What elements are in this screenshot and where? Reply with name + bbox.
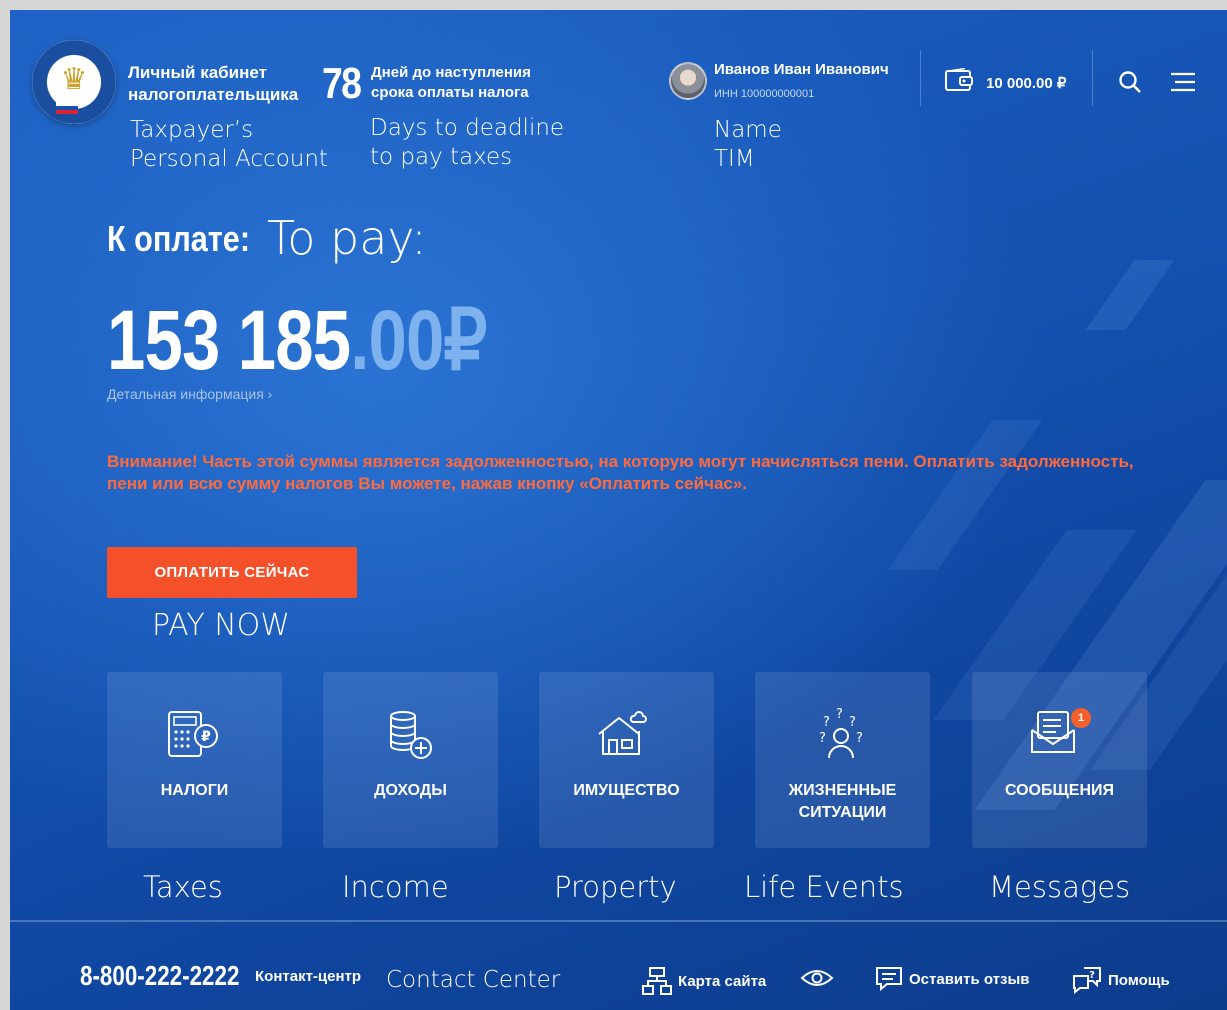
annotation-account: Taxpayer’s Personal Account <box>130 116 328 174</box>
tile-income[interactable]: ДОХОДЫ <box>323 672 498 848</box>
svg-text:₽: ₽ <box>201 729 211 745</box>
tile-income-label: ДОХОДЫ <box>374 782 447 799</box>
eagle-emblem-icon: ♛ <box>60 63 88 96</box>
tile-life-events[interactable]: ??? ?? ЖИЗНЕННЫЕ СИТУАЦИИ <box>755 672 930 848</box>
currency-sign: ₽ <box>443 293 488 387</box>
annotation-deadline-line2: to pay taxes <box>370 144 513 170</box>
feedback-icon <box>876 967 902 992</box>
user-avatar[interactable] <box>669 62 707 100</box>
coins-plus-icon <box>390 711 432 759</box>
help-label: Помощь <box>1108 971 1170 989</box>
annotation-name-line2: TIM <box>714 146 755 172</box>
header-divider <box>920 50 921 106</box>
tile-property[interactable]: ИМУЩЕСТВО <box>539 672 714 848</box>
debt-warning: Внимание! Часть этой суммы является задо… <box>107 452 1134 493</box>
tile-messages-label: СООБЩЕНИЯ <box>1004 782 1115 799</box>
days-caption: Дней до наступления срока оплаты налога <box>371 63 531 103</box>
person-questions-icon: ??? ?? <box>819 708 863 759</box>
fns-logo[interactable]: ♛ <box>32 40 116 124</box>
feedback-label: Оставить отзыв <box>909 970 1030 988</box>
annotation-account-line1: Taxpayer’s <box>130 117 254 143</box>
detail-link[interactable]: Детальная информация › <box>107 386 272 402</box>
annotation-life-events: Life Events <box>744 870 904 904</box>
annotation-to-pay: To pay: <box>267 211 427 265</box>
hotline-phone[interactable]: 8-800-222-2222 <box>80 960 239 992</box>
sitemap-icon <box>642 967 672 995</box>
tile-messages[interactable]: 1 СООБЩЕНИЯ <box>972 672 1147 848</box>
tile-life-events-label: ЖИЗНЕННЫЕ СИТУАЦИИ <box>755 780 930 824</box>
annotation-property: Property <box>554 870 677 904</box>
annotation-account-line2: Personal Account <box>130 146 328 172</box>
tile-life-events-label-line2: СИТУАЦИИ <box>798 804 887 821</box>
menu-icon[interactable] <box>1171 72 1195 92</box>
annotation-pay-now: PAY NOW <box>152 608 290 643</box>
decor-stripe <box>887 420 1043 570</box>
user-name[interactable]: Иванов Иван Иванович <box>714 61 889 78</box>
sitemap-label: Карта сайта <box>678 972 767 990</box>
search-icon[interactable] <box>1118 70 1142 94</box>
site-title-line2: налогоплательщика <box>128 85 299 104</box>
tile-life-events-label-line1: ЖИЗНЕННЫЕ <box>788 782 897 799</box>
site-title[interactable]: Личный кабинет налогоплательщика <box>128 62 298 106</box>
days-caption-line1: Дней до наступления <box>371 64 531 81</box>
tile-taxes[interactable]: ₽ НАЛОГИ <box>107 672 282 848</box>
days-counter: 78 <box>322 59 362 108</box>
svg-text:?: ? <box>836 708 843 722</box>
to-pay-label: К оплате: <box>107 218 251 259</box>
app-screen: ♛ Личный кабинет налогоплательщика Taxpa… <box>10 10 1227 1010</box>
annotation-name: Name TIM <box>714 116 782 174</box>
help-icon: ? <box>1073 967 1101 994</box>
site-title-line1: Личный кабинет <box>128 63 267 82</box>
svg-text:?: ? <box>1089 970 1095 981</box>
amount-decimal: .00 <box>350 293 444 387</box>
user-inn: ИНН 100000000001 <box>714 88 815 100</box>
wallet-icon[interactable] <box>945 68 973 92</box>
feedback-link[interactable]: Оставить отзыв <box>875 966 1030 992</box>
eye-icon[interactable] <box>800 968 834 988</box>
svg-text:?: ? <box>849 715 856 730</box>
annotation-messages: Messages <box>989 870 1131 904</box>
annotation-contact-center: Contact Center <box>386 967 561 993</box>
calculator-ruble-icon: ₽ <box>168 711 218 757</box>
annotation-deadline: Days to deadline to pay taxes <box>370 114 564 172</box>
help-link[interactable]: ? Помощь <box>1072 966 1170 994</box>
tile-property-label: ИМУЩЕСТВО <box>573 782 680 799</box>
svg-text:?: ? <box>856 731 863 746</box>
decor-stripe <box>1085 260 1175 330</box>
russian-flag-icon <box>56 102 78 114</box>
notification-badge: 1 <box>1071 708 1091 728</box>
contact-center-label: Контакт-центр <box>255 968 362 985</box>
amount-integer: 153 185 <box>107 293 351 387</box>
wallet-balance[interactable]: 10 000.00 ₽ <box>986 74 1066 92</box>
pay-now-button[interactable]: ОПЛАТИТЬ СЕЙЧАС <box>107 547 357 598</box>
house-icon <box>598 711 647 755</box>
annotation-name-line1: Name <box>714 117 782 143</box>
sitemap-link[interactable]: Карта сайта <box>642 966 766 996</box>
days-caption-line2: срока оплаты налога <box>371 84 529 101</box>
amount-due: 153 185.00₽ <box>107 290 487 390</box>
annotation-taxes: Taxes <box>143 870 223 904</box>
svg-text:?: ? <box>819 731 826 746</box>
footer-divider <box>10 920 1227 922</box>
header-divider <box>1092 50 1093 106</box>
annotation-deadline-line1: Days to deadline <box>370 115 565 141</box>
tile-taxes-label: НАЛОГИ <box>160 782 229 799</box>
svg-text:?: ? <box>823 715 830 730</box>
annotation-income: Income <box>342 870 449 904</box>
